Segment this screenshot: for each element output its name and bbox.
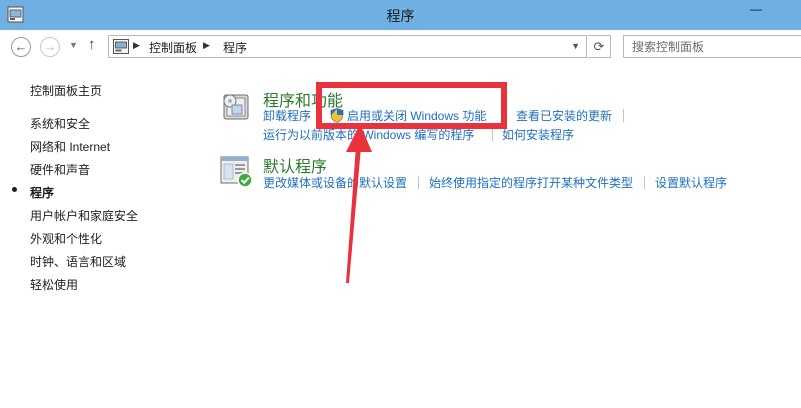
annotation-arrow-icon — [346, 124, 372, 283]
